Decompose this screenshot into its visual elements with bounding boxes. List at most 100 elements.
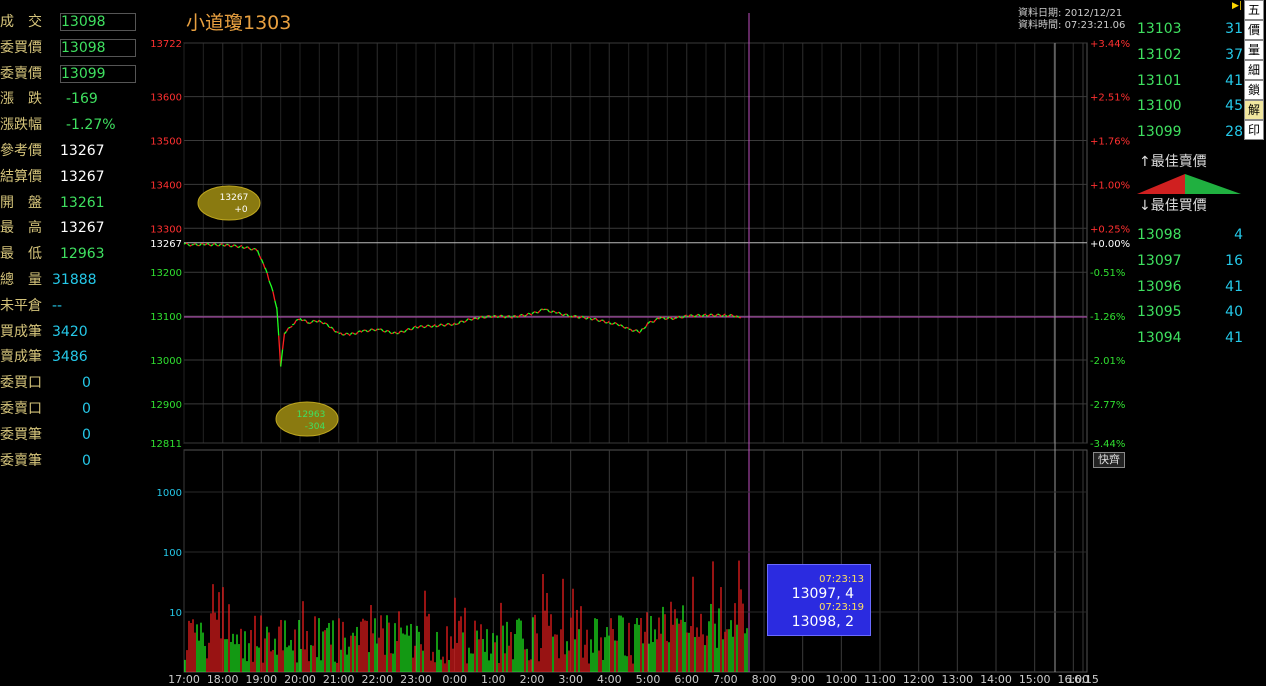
price-segment [665, 318, 668, 321]
price-segment [624, 326, 627, 329]
price-segment [467, 318, 471, 321]
order-volume: 41 [1225, 330, 1243, 347]
price-segment [427, 324, 430, 327]
price-segment [272, 291, 276, 301]
price-segment [351, 332, 355, 335]
ask-row[interactable]: 13102 37 [1133, 43, 1243, 67]
price-segment [295, 318, 299, 322]
price-segment [539, 308, 543, 312]
price-segment [595, 317, 599, 322]
price-segment [330, 326, 334, 329]
price-segment [288, 326, 291, 329]
price-segment [616, 323, 620, 327]
price-segment [384, 330, 388, 333]
price-segment [251, 248, 254, 251]
price-segment [524, 314, 527, 317]
bid-row[interactable]: 13096 41 [1133, 275, 1243, 299]
bid-row[interactable]: 13095 40 [1133, 300, 1243, 324]
side-button[interactable]: 價 [1244, 20, 1264, 40]
bid-row[interactable]: 13098 4 [1133, 223, 1243, 247]
price-segment [674, 317, 678, 319]
quote-value: -1.27% [66, 117, 116, 134]
price-segment [239, 244, 243, 248]
order-price: 13098 [1137, 227, 1182, 243]
pct-tick-label: -2.01% [1090, 356, 1125, 367]
price-segment [429, 325, 432, 328]
ask-row[interactable]: 13103 31 [1133, 17, 1243, 41]
price-segment [276, 307, 280, 336]
price-segment [643, 326, 647, 330]
price-segment [398, 330, 402, 334]
order-price: 13101 [1137, 72, 1182, 89]
order-price: 13096 [1137, 278, 1182, 295]
price-segment [367, 330, 370, 333]
price-segment [407, 327, 411, 331]
quote-value: 0 [82, 401, 91, 417]
price-segment [670, 317, 674, 321]
price-segment [285, 327, 289, 332]
price-segment [612, 322, 616, 325]
price-segment [322, 322, 326, 325]
ask-row[interactable]: 13100 45 [1133, 94, 1243, 118]
low-callout-price: 12963 [297, 410, 326, 420]
price-segment [268, 280, 272, 286]
play-icon[interactable]: ▶| [1232, 1, 1242, 11]
quote-value: 31888 [52, 272, 97, 288]
price-segment [560, 313, 564, 317]
fast-button[interactable]: 快齊 [1093, 452, 1125, 468]
quote-label: 買成筆 [0, 323, 42, 340]
ask-row[interactable]: 13099 28 [1133, 120, 1243, 144]
order-volume: 16 [1225, 252, 1243, 269]
price-segment [663, 317, 666, 320]
price-segment [552, 310, 556, 313]
bid-row[interactable]: 13097 16 [1133, 249, 1243, 273]
high-callout-price: 13267 [220, 193, 249, 203]
price-segment [293, 320, 297, 325]
price-segment [340, 332, 344, 336]
quote-row: 漲跌幅 -1.27% [0, 114, 140, 136]
quote-label: 委賣筆 [0, 452, 42, 469]
price-segment [311, 319, 315, 323]
high-callout [197, 185, 261, 221]
quote-row: 委賣筆 0 [0, 450, 140, 472]
price-segment [224, 243, 227, 247]
price-segment [386, 329, 390, 332]
price-tick-label: 13600 [150, 93, 182, 104]
ask-row[interactable]: 13101 41 [1133, 69, 1243, 93]
price-segment [728, 313, 732, 317]
side-button[interactable]: 五 [1244, 0, 1264, 20]
quote-row: 買成筆 3420 [0, 321, 140, 343]
price-segment [587, 316, 591, 319]
price-segment [591, 318, 595, 321]
x-tick-label: 18:00 [207, 673, 239, 686]
price-segment [417, 325, 421, 329]
price-segment [185, 242, 189, 245]
x-tick-label: 8:00 [752, 673, 777, 686]
order-volume: 4 [1234, 227, 1243, 243]
price-segment [359, 330, 363, 333]
side-button[interactable]: 量 [1244, 40, 1264, 60]
price-segment [403, 329, 407, 333]
bid-row[interactable]: 13094 41 [1133, 326, 1243, 350]
price-segment [189, 244, 192, 247]
quote-row: 委買口 0 [0, 372, 140, 394]
price-segment [361, 329, 365, 333]
quote-row: 最 低 12963 [0, 243, 140, 265]
side-button[interactable]: 鎖 [1244, 80, 1264, 100]
price-segment [639, 328, 643, 333]
quote-label: 結算價 [0, 168, 42, 185]
side-button[interactable]: 細 [1244, 60, 1264, 80]
price-segment [204, 242, 208, 246]
x-tick-label: 21:00 [323, 673, 355, 686]
order-price: 13094 [1137, 330, 1182, 347]
price-segment [659, 316, 662, 319]
price-segment [235, 245, 239, 249]
price-segment [456, 323, 459, 325]
side-button[interactable]: 印 [1244, 120, 1264, 140]
price-segment [346, 332, 349, 335]
tick-value-2: 13098, 2 [791, 614, 854, 630]
price-tick-label: 13300 [150, 224, 182, 235]
side-button-bar: 五價量細鎖解印 [1244, 0, 1264, 140]
side-button[interactable]: 解 [1244, 100, 1264, 120]
quote-row: 委買價 13098 [0, 37, 140, 59]
